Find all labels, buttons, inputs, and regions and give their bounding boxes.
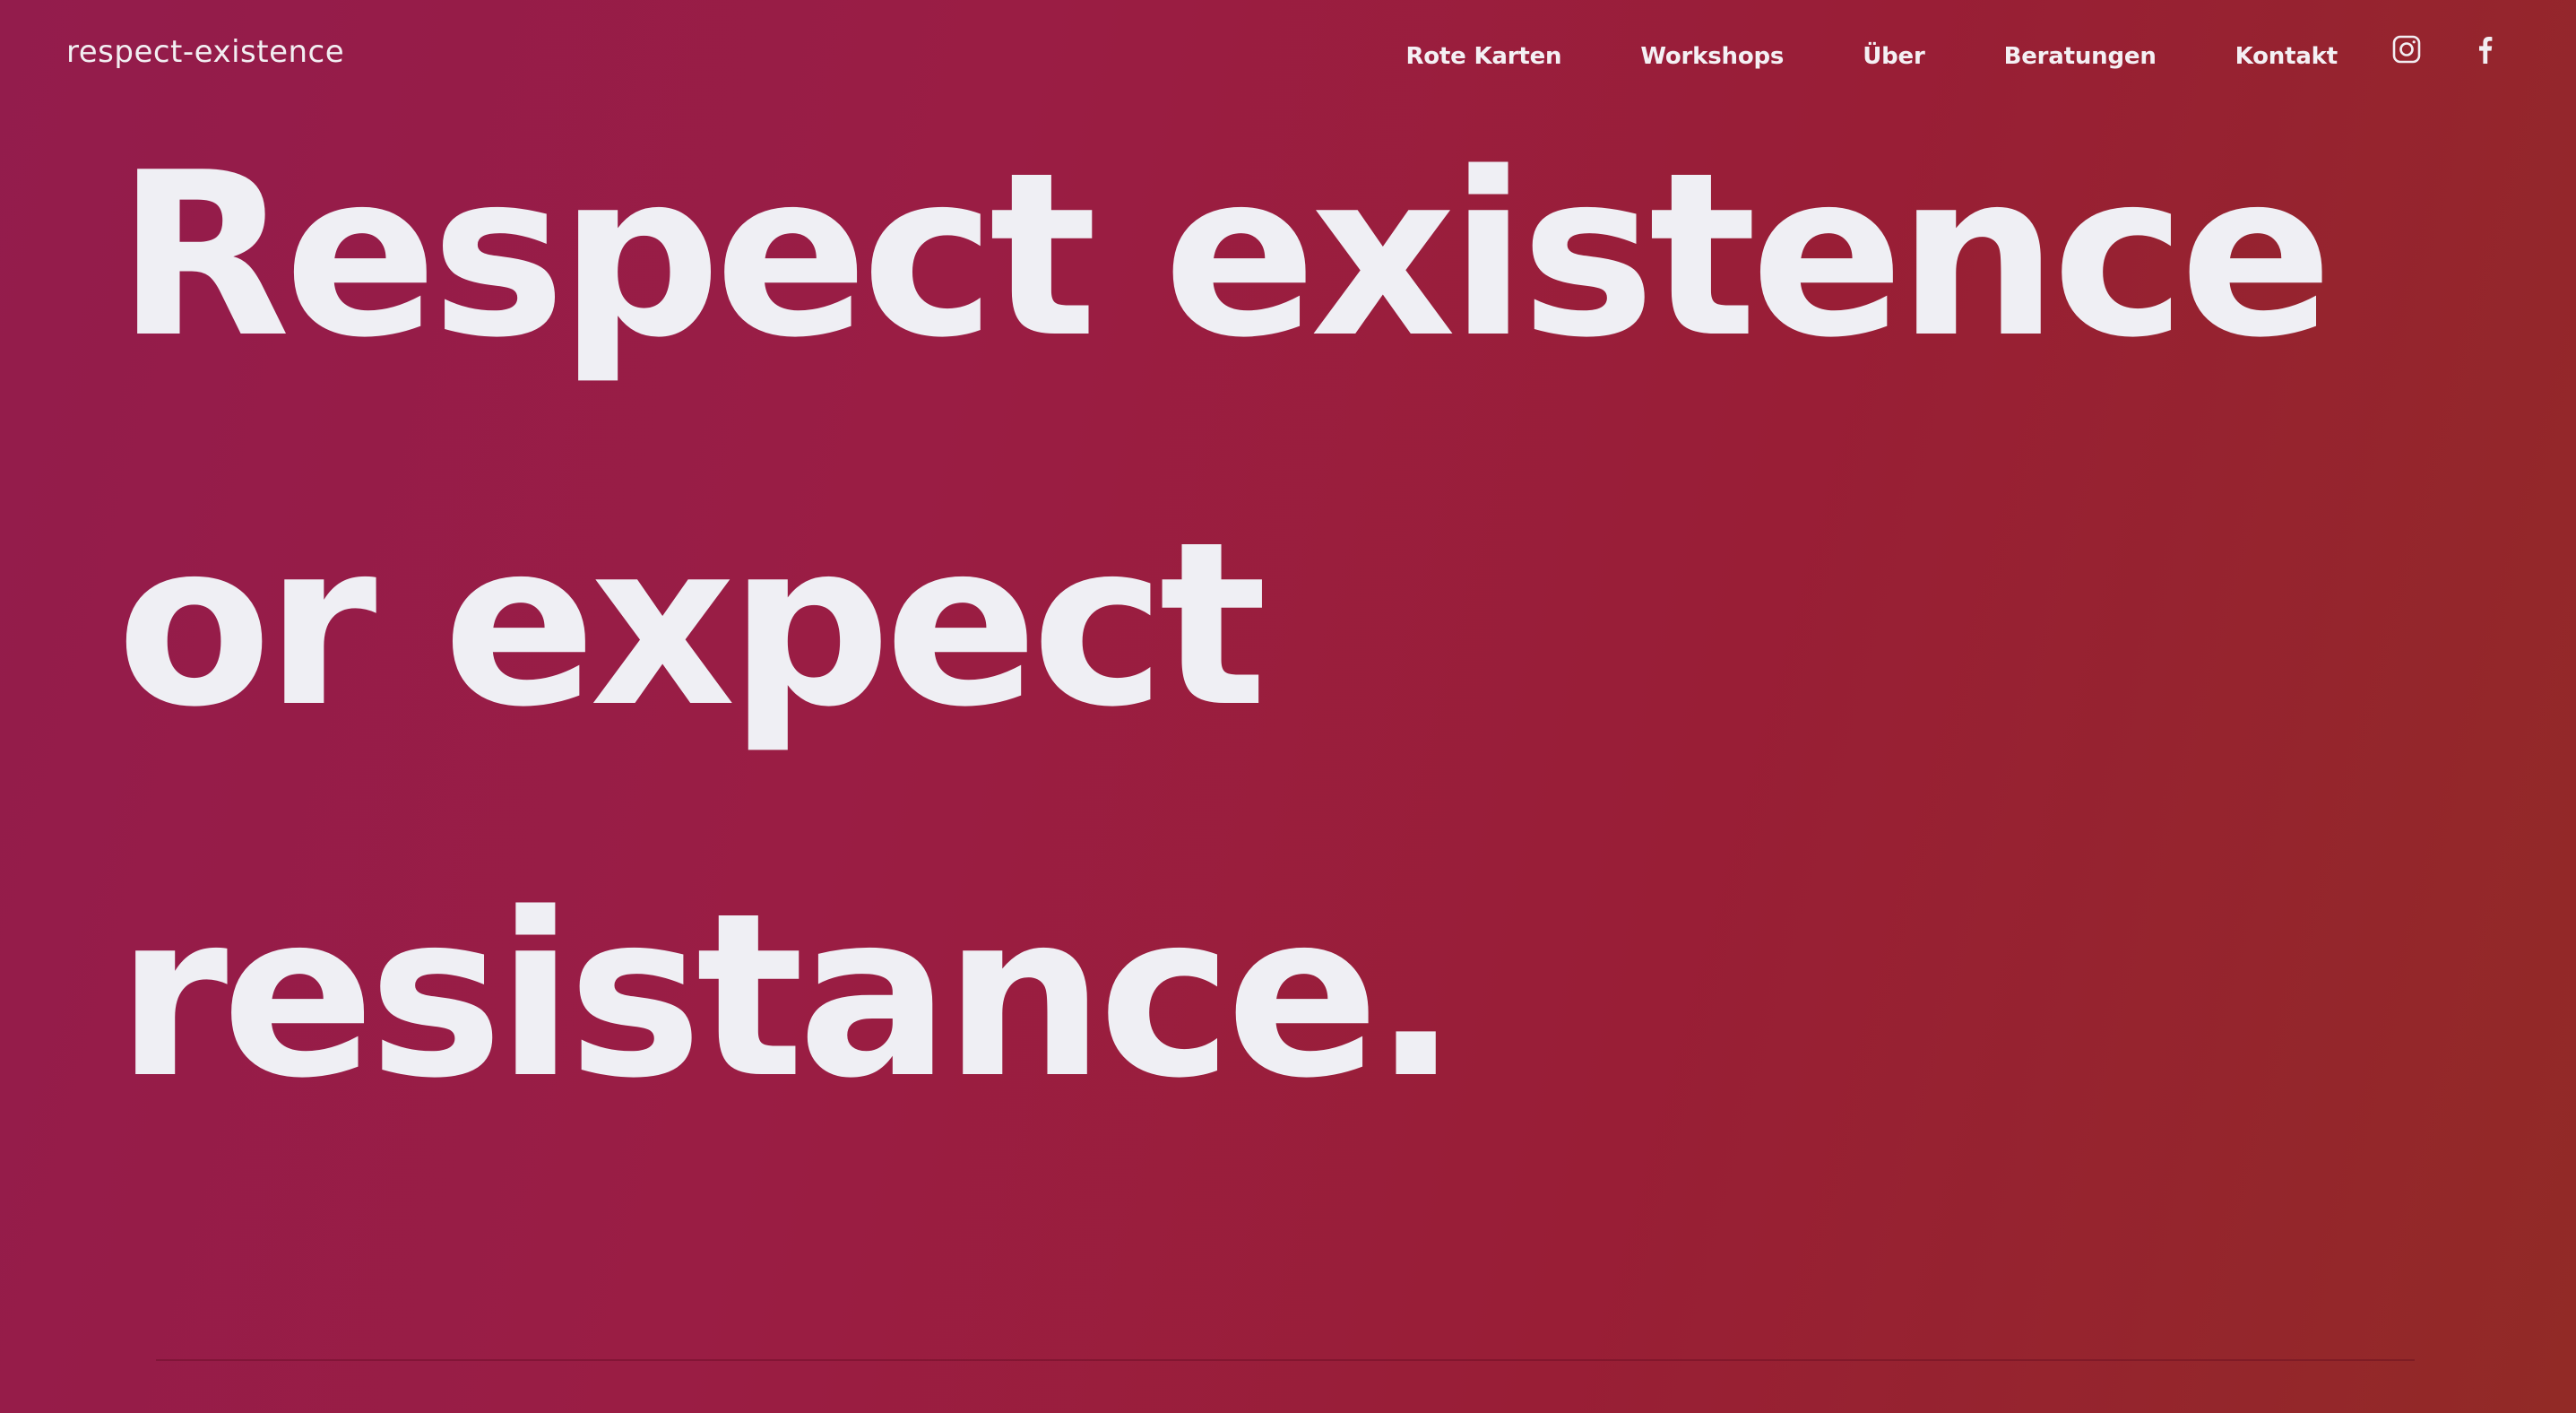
nav-item-workshops[interactable]: Workshops [1640, 43, 1784, 70]
nav-item-rote-karten[interactable]: Rote Karten [1405, 43, 1561, 70]
section-divider [156, 1359, 2415, 1361]
hero-line-2: or expect [117, 494, 1267, 757]
nav-item-kontakt[interactable]: Kontakt [2235, 43, 2338, 70]
instagram-icon[interactable] [2391, 34, 2422, 65]
hero-line-3: resistance. [117, 865, 1458, 1128]
social-links [2391, 34, 2501, 65]
main-nav: Rote Karten Workshops Über Beratungen Ko… [1405, 41, 2338, 72]
nav-item-ueber[interactable]: Über [1863, 43, 1925, 70]
hero-line-1: Respect existence [117, 125, 2333, 387]
facebook-icon[interactable] [2470, 34, 2501, 65]
site-logo[interactable]: respect-existence [66, 34, 344, 70]
nav-item-beratungen[interactable]: Beratungen [2004, 43, 2157, 70]
